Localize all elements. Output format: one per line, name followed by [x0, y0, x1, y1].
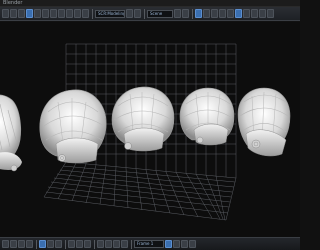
bottom-statusbar: Frame 1 [0, 237, 300, 250]
camera-icon[interactable] [189, 240, 196, 248]
manipulator-icon[interactable] [259, 9, 266, 18]
layer-icon[interactable] [211, 9, 218, 18]
undo-icon[interactable] [42, 9, 49, 18]
render-menu-icon[interactable] [26, 9, 33, 18]
shell-object-3[interactable] [111, 86, 175, 152]
pivot-icon[interactable] [251, 9, 258, 18]
statusbar-divider [131, 239, 132, 249]
window-titlebar: Blender [0, 0, 300, 7]
toolbar-divider [144, 8, 145, 19]
snap-icon[interactable] [235, 9, 242, 18]
rotate-icon[interactable] [74, 9, 81, 18]
render-preview-icon[interactable] [181, 240, 188, 248]
overlay-icon[interactable] [267, 9, 274, 18]
scene-add-icon[interactable] [174, 9, 181, 18]
object-menu-icon[interactable] [26, 240, 33, 248]
viewport-shading-icon[interactable] [47, 240, 54, 248]
file-menu-icon[interactable] [10, 9, 17, 18]
scene-delete-icon[interactable] [182, 9, 189, 18]
select-icon[interactable] [58, 9, 65, 18]
shading-icon[interactable] [227, 9, 234, 18]
layer-3-icon[interactable] [113, 240, 120, 248]
window-title: Blender [3, 0, 23, 6]
toolbar-divider [192, 8, 193, 19]
manipulator-rotate-icon[interactable] [76, 240, 83, 248]
statusbar-divider [36, 239, 37, 249]
manipulator-translate-icon[interactable] [68, 240, 75, 248]
layer-2-icon[interactable] [105, 240, 112, 248]
render-engine-icon[interactable] [195, 9, 202, 18]
select-menu-icon[interactable] [18, 240, 25, 248]
floor-grid [43, 161, 237, 221]
snap-target-icon[interactable] [173, 240, 180, 248]
toolbar-group-menus [2, 8, 90, 20]
move-icon[interactable] [66, 9, 73, 18]
view-icon[interactable] [219, 9, 226, 18]
scale-icon[interactable] [82, 9, 89, 18]
statusbar-divider [94, 239, 95, 249]
frame-field[interactable]: Frame 1 [134, 240, 164, 248]
shell-object-4[interactable] [179, 87, 235, 146]
top-toolbar: SCR:Modeling Scene [0, 7, 300, 21]
manipulator-scale-icon[interactable] [84, 240, 91, 248]
3d-viewport[interactable] [0, 22, 300, 237]
shell-object-5[interactable] [237, 87, 291, 157]
proportional-edit-icon[interactable] [243, 9, 250, 18]
add-menu-icon[interactable] [18, 9, 25, 18]
layer-4-icon[interactable] [121, 240, 128, 248]
redo-icon[interactable] [50, 9, 57, 18]
menu-icon[interactable] [2, 9, 9, 18]
scene-field[interactable]: Scene [147, 9, 173, 18]
stats-icon[interactable] [203, 9, 210, 18]
toolbar-divider [92, 8, 93, 19]
editor-type-icon[interactable] [2, 240, 9, 248]
view-menu-icon[interactable] [10, 240, 17, 248]
shell-object-2[interactable] [39, 89, 107, 164]
statusbar-divider [65, 239, 66, 249]
object-mode-icon[interactable] [39, 240, 46, 248]
screen-add-icon[interactable] [126, 9, 133, 18]
snap-toggle-icon[interactable] [165, 240, 172, 248]
layer-1-icon[interactable] [97, 240, 104, 248]
pivot-point-icon[interactable] [55, 240, 62, 248]
screen-delete-icon[interactable] [134, 9, 141, 18]
help-menu-icon[interactable] [34, 9, 41, 18]
viewport-scene [0, 43, 291, 221]
shell-object-1[interactable] [0, 94, 22, 172]
screen-layout-field[interactable]: SCR:Modeling [95, 9, 125, 18]
